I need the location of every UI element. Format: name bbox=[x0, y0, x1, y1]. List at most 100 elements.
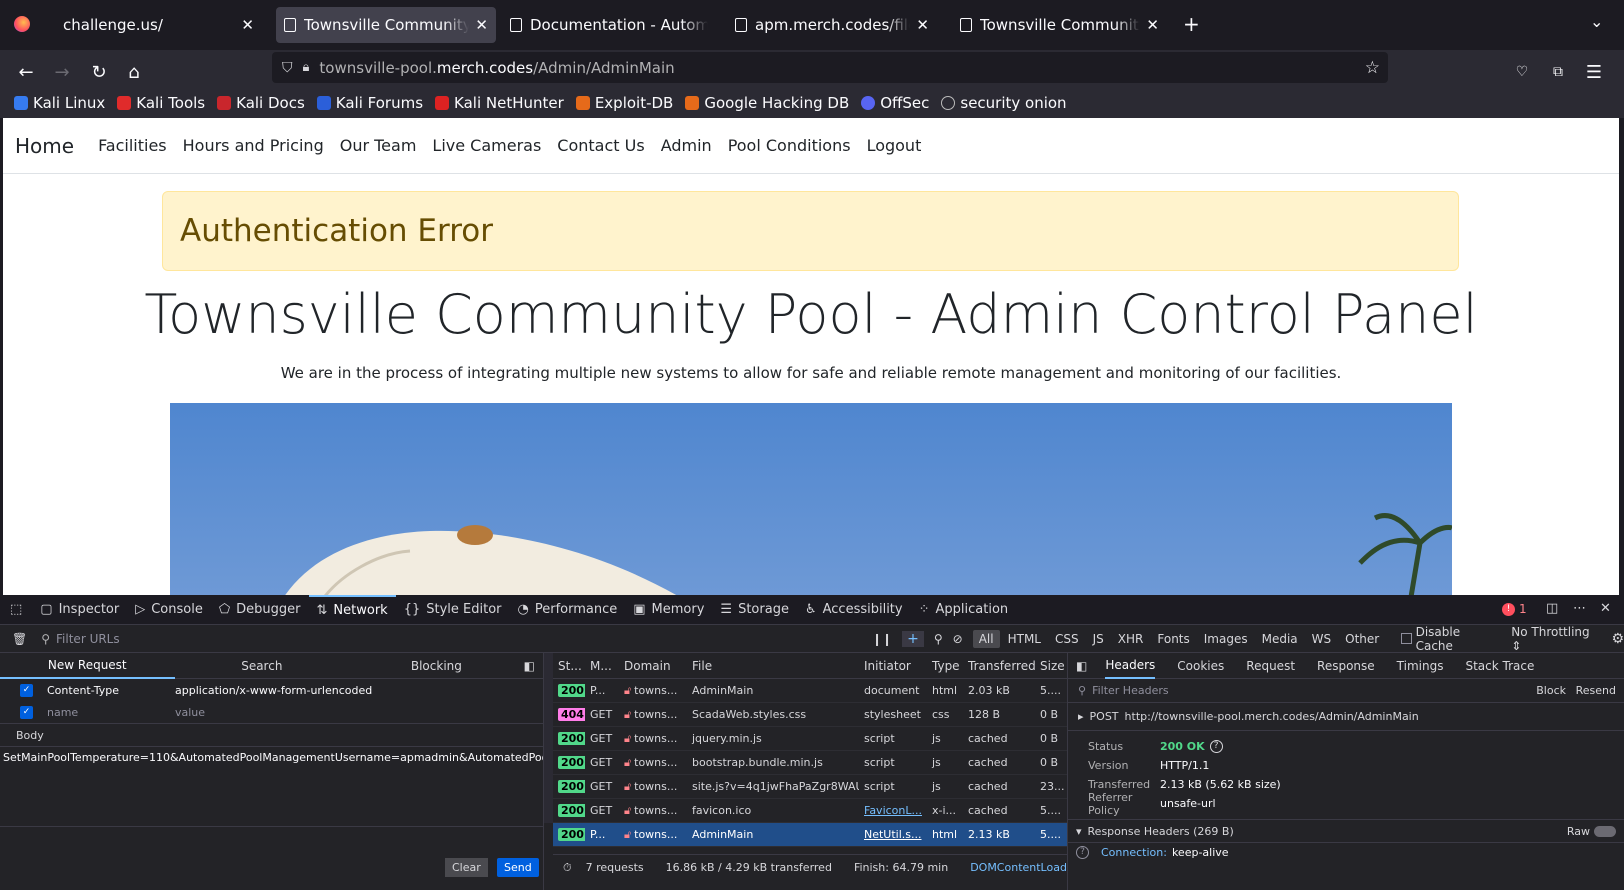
bookmark-kali-linux[interactable]: Kali Linux bbox=[14, 94, 105, 112]
tab-network[interactable]: ⇅ Network bbox=[308, 594, 396, 625]
request-row[interactable]: 200 GET 🔓︎ towns... jquery.min.js script js cac… bbox=[553, 727, 1067, 751]
col-file[interactable]: File bbox=[687, 659, 859, 673]
initiator-cell[interactable]: NetUtil.s... bbox=[859, 828, 927, 841]
new-tab-button[interactable]: + bbox=[1183, 12, 1200, 36]
tab-cookies[interactable]: Cookies bbox=[1177, 659, 1224, 673]
filter-all[interactable]: All bbox=[972, 629, 1000, 648]
error-count-badge[interactable]: ! 1 bbox=[1502, 602, 1527, 616]
nav-live-cameras[interactable]: Live Cameras bbox=[432, 136, 541, 155]
tab-storage[interactable]: ☰ Storage bbox=[712, 595, 797, 625]
request-body-textarea[interactable]: SetMainPoolTemperature=110&AutomatedPool… bbox=[0, 747, 543, 827]
bookmark-ghdb[interactable]: Google Hacking DB bbox=[685, 94, 849, 112]
nav-home-brand[interactable]: Home bbox=[15, 134, 74, 158]
block-button[interactable]: Block bbox=[1536, 684, 1566, 697]
shield-icon[interactable]: ⛉ bbox=[282, 60, 293, 76]
bookmark-kali-tools[interactable]: Kali Tools bbox=[117, 94, 205, 112]
close-tab-icon[interactable]: ✕ bbox=[241, 16, 254, 34]
tab-inspector[interactable]: ▢ Inspector bbox=[32, 595, 127, 625]
close-devtools-icon[interactable]: ✕ bbox=[1600, 601, 1611, 616]
settings-gear-icon[interactable]: ⚙ bbox=[1611, 631, 1624, 647]
response-headers-section[interactable]: ▾ Response Headers (269 B) Raw bbox=[1068, 819, 1624, 843]
lock-icon[interactable]: 🔒︎ bbox=[303, 60, 310, 75]
tab-apm-files[interactable]: apm.merch.codes/files/38 ✕ bbox=[727, 7, 937, 43]
filter-js[interactable]: JS bbox=[1087, 630, 1110, 648]
request-summary-row[interactable]: ▸ POST http://townsville-pool.merch.code… bbox=[1068, 703, 1624, 731]
bookmark-security-onion[interactable]: security onion bbox=[941, 94, 1067, 112]
help-icon[interactable]: ? bbox=[1209, 740, 1223, 753]
nav-pool-conditions[interactable]: Pool Conditions bbox=[728, 136, 851, 155]
request-row[interactable]: 200 GET 🔓︎ towns... bootstrap.bundle.min.js s… bbox=[553, 751, 1067, 775]
extensions-icon[interactable]: ⧉ bbox=[1544, 58, 1572, 86]
clear-button[interactable]: Clear bbox=[445, 858, 488, 877]
tab-documentation[interactable]: Documentation - Automated bbox=[502, 7, 716, 43]
filter-other[interactable]: Other bbox=[1339, 630, 1385, 648]
tab-townsville-2[interactable]: Townsville Community Pool ✕ bbox=[952, 7, 1167, 43]
filter-media[interactable]: Media bbox=[1256, 630, 1304, 648]
filter-urls-input[interactable]: Filter URLs bbox=[56, 632, 822, 646]
filter-css[interactable]: CSS bbox=[1049, 630, 1085, 648]
help-icon[interactable]: ? bbox=[1076, 846, 1089, 859]
reload-icon[interactable]: ↻ bbox=[85, 58, 113, 86]
tab-response[interactable]: Response bbox=[1317, 659, 1375, 673]
forward-arrow-icon[interactable]: → bbox=[48, 58, 76, 86]
tab-search[interactable]: Search bbox=[175, 659, 350, 673]
col-initiator[interactable]: Initiator bbox=[859, 659, 927, 673]
filter-headers-input[interactable]: Filter Headers bbox=[1092, 684, 1169, 697]
block-icon[interactable]: ⊘ bbox=[953, 632, 963, 646]
pause-icon[interactable]: ❙❙ bbox=[872, 632, 892, 646]
filter-html[interactable]: HTML bbox=[1002, 630, 1047, 648]
bookmark-kali-forums[interactable]: Kali Forums bbox=[316, 94, 423, 112]
col-method[interactable]: M... bbox=[585, 659, 619, 673]
col-domain[interactable]: Domain bbox=[619, 659, 687, 673]
close-tab-icon[interactable]: ✕ bbox=[1146, 16, 1159, 34]
nav-logout[interactable]: Logout bbox=[867, 136, 922, 155]
bookmark-star-icon[interactable]: ☆ bbox=[1365, 58, 1380, 78]
filter-fonts[interactable]: Fonts bbox=[1151, 630, 1195, 648]
close-tab-icon[interactable]: ✕ bbox=[475, 16, 488, 34]
throttling-select[interactable]: No Throttling ⇕ bbox=[1511, 625, 1597, 653]
nav-hours-pricing[interactable]: Hours and Pricing bbox=[183, 136, 324, 155]
col-type[interactable]: Type bbox=[927, 659, 963, 673]
tab-challenge[interactable]: challenge.us/ ✕ bbox=[47, 7, 262, 43]
url-bar[interactable]: ⛉ 🔒︎ townsville-pool. merch.codes/Admin/A… bbox=[272, 52, 1388, 83]
disable-cache-checkbox[interactable]: Disable Cache bbox=[1401, 625, 1495, 653]
list-tabs-chevron-icon[interactable]: ⌄ bbox=[1590, 12, 1603, 31]
bookmark-kali-docs[interactable]: Kali Docs bbox=[217, 94, 305, 112]
tab-style-editor[interactable]: {} Style Editor bbox=[396, 595, 510, 625]
trash-icon[interactable]: 🗑︎ bbox=[12, 632, 27, 646]
col-size[interactable]: Size bbox=[1035, 659, 1067, 673]
raw-toggle[interactable] bbox=[1594, 825, 1616, 837]
header-value-placeholder[interactable]: value bbox=[175, 706, 205, 719]
filter-ws[interactable]: WS bbox=[1306, 630, 1337, 648]
tab-timings[interactable]: Timings bbox=[1397, 659, 1444, 673]
bookmark-exploit-db[interactable]: Exploit-DB bbox=[575, 94, 673, 112]
back-arrow-icon[interactable]: ← bbox=[12, 58, 40, 86]
dock-icon[interactable]: ◫ bbox=[1546, 601, 1558, 616]
resend-button[interactable]: Resend bbox=[1576, 684, 1616, 697]
header-name-placeholder[interactable]: name bbox=[47, 706, 175, 719]
firefox-icon[interactable] bbox=[14, 16, 30, 32]
tab-accessibility[interactable]: ♿︎ Accessibility bbox=[797, 595, 911, 625]
sidebar-toggle-icon[interactable]: ◧ bbox=[524, 659, 535, 673]
panel-scrollbar[interactable] bbox=[544, 653, 553, 823]
initiator-cell[interactable]: FaviconL... bbox=[859, 804, 927, 817]
tab-townsville-active[interactable]: Townsville Community Pool ✕ bbox=[276, 7, 496, 43]
nav-our-team[interactable]: Our Team bbox=[340, 136, 417, 155]
tab-stack-trace[interactable]: Stack Trace bbox=[1465, 659, 1534, 673]
tab-debugger[interactable]: ⬠ Debugger bbox=[211, 595, 309, 625]
nav-facilities[interactable]: Facilities bbox=[98, 136, 167, 155]
element-picker-icon[interactable]: ⬚ bbox=[0, 595, 32, 625]
request-row[interactable]: 200 GET 🔓︎ towns... favicon.ico FaviconL... x-… bbox=[553, 799, 1067, 823]
nav-contact-us[interactable]: Contact Us bbox=[557, 136, 644, 155]
tab-console[interactable]: ▷ Console bbox=[127, 595, 211, 625]
col-status[interactable]: St... bbox=[553, 659, 585, 673]
request-row[interactable]: 200 P... 🔓︎ towns... AdminMain NetUtil.s... ht… bbox=[553, 823, 1067, 847]
filter-xhr[interactable]: XHR bbox=[1112, 630, 1150, 648]
more-options-icon[interactable]: ⋯ bbox=[1573, 601, 1586, 616]
send-button[interactable]: Send bbox=[497, 858, 539, 877]
sidebar-toggle-icon[interactable]: ◧ bbox=[1076, 659, 1087, 673]
tab-memory[interactable]: ▣ Memory bbox=[625, 595, 712, 625]
stopwatch-icon[interactable]: ⏱ bbox=[563, 861, 572, 875]
request-row[interactable]: 200 GET 🔓︎ towns... site.js?v=4q1jwFhaPaZgr8… bbox=[553, 775, 1067, 799]
search-icon[interactable]: ⚲ bbox=[934, 632, 943, 646]
